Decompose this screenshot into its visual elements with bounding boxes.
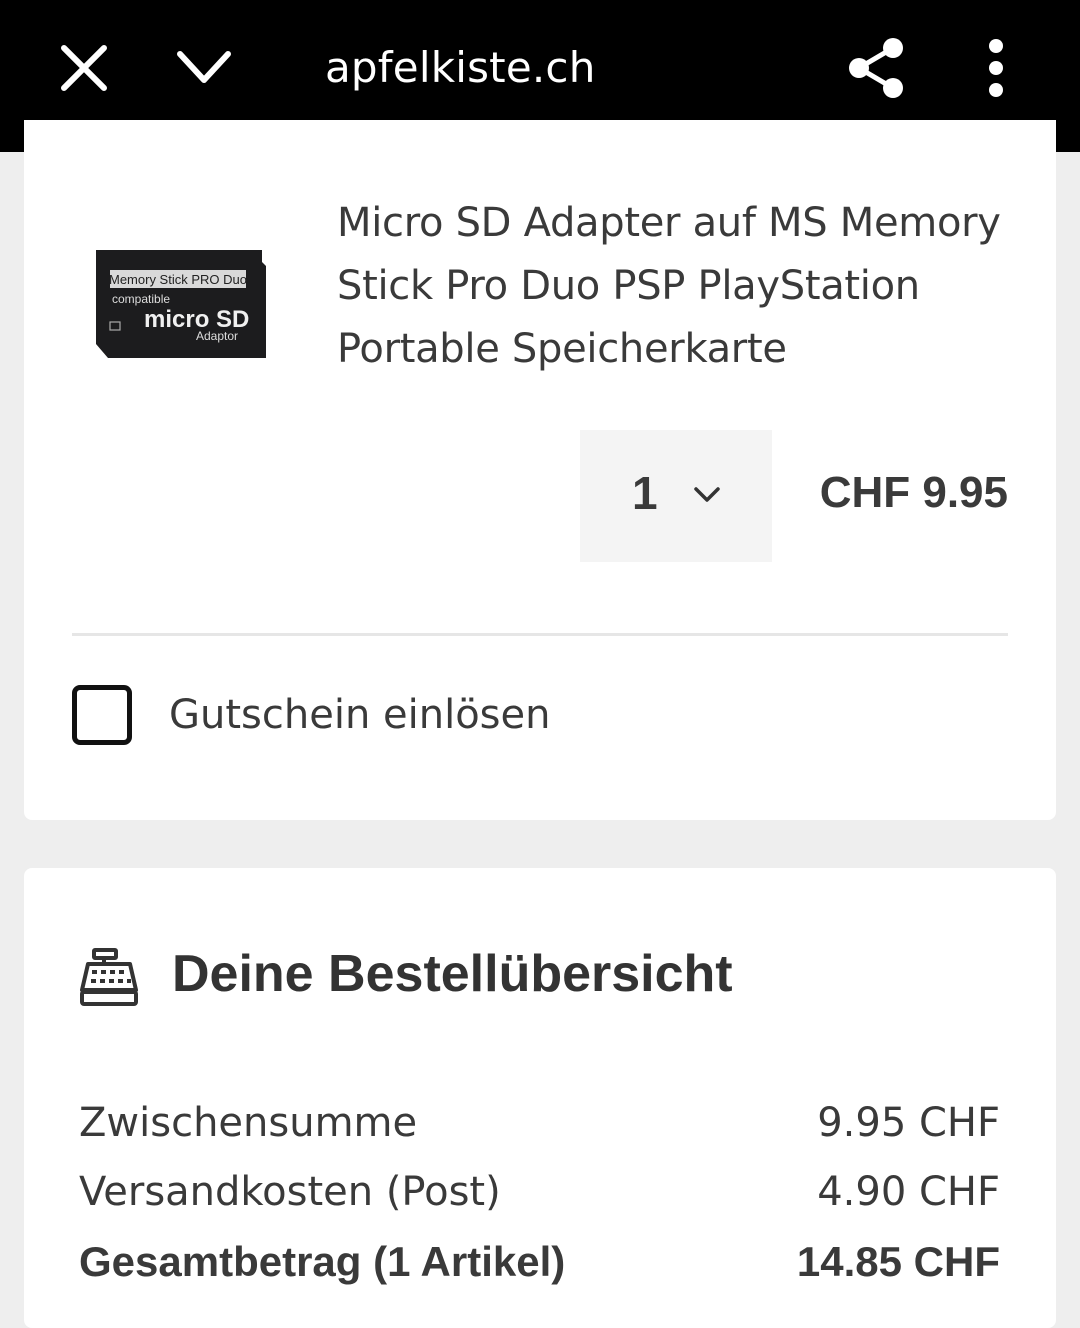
line-item-price: CHF 9.95 [819, 468, 1008, 517]
cash-register-icon [80, 948, 138, 1006]
close-icon[interactable] [56, 40, 112, 96]
share-icon[interactable] [846, 36, 908, 100]
product-title-line: Portable Speicherkarte [337, 326, 787, 372]
voucher-checkbox[interactable] [72, 685, 132, 745]
voucher-label[interactable]: Gutschein einlösen [169, 692, 550, 738]
summary-title: Deine Bestellübersicht [172, 945, 733, 1003]
product-title[interactable]: Micro SD Adapter auf MS Memory Stick Pro… [337, 192, 1017, 381]
quantity-value: 1 [632, 467, 658, 519]
product-title-line: Stick Pro Duo PSP PlayStation [337, 263, 920, 309]
image-label-sub: Adaptor [196, 329, 238, 343]
product-image[interactable]: Memory Stick PRO Duo compatible micro SD… [94, 248, 266, 360]
chevron-down-icon [694, 487, 720, 502]
total-label: Gesamtbetrag (1 Artikel) [79, 1238, 566, 1285]
subtotal-value: 9.95 CHF [817, 1100, 1000, 1146]
shipping-label: Versandkosten (Post) [79, 1169, 501, 1215]
chevron-down-icon[interactable] [172, 40, 236, 96]
total-value: 14.85 CHF [796, 1238, 1000, 1285]
product-title-line: Micro SD Adapter auf MS Memory [337, 200, 1001, 246]
page-domain[interactable]: apfelkiste.ch [325, 40, 596, 96]
divider [72, 633, 1008, 636]
image-label-top: Memory Stick PRO Duo [109, 272, 247, 287]
more-vert-icon[interactable] [982, 38, 1010, 98]
image-label-compat: compatible [112, 292, 170, 306]
shipping-value: 4.90 CHF [817, 1169, 1000, 1215]
quantity-select[interactable]: 1 [580, 430, 772, 562]
subtotal-label: Zwischensumme [79, 1100, 418, 1146]
